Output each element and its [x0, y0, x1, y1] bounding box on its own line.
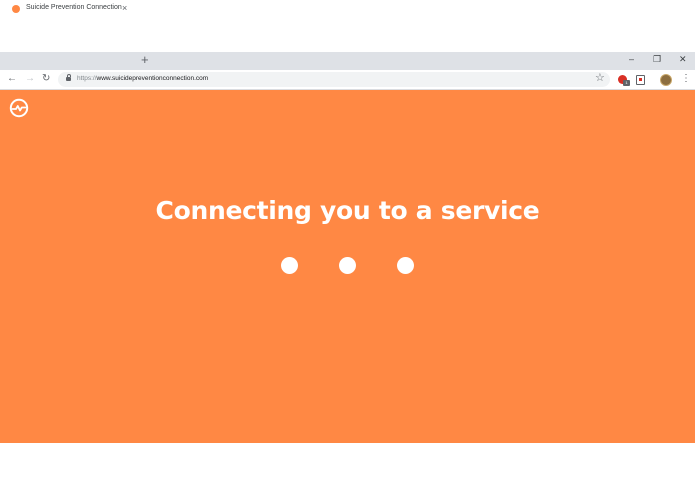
- profile-avatar[interactable]: [660, 74, 672, 86]
- address-url[interactable]: https://www.suicidepreventionconnection.…: [77, 75, 208, 82]
- new-tab-button[interactable]: +: [141, 53, 149, 67]
- tab-title: Suicide Prevention Connection: [26, 4, 122, 11]
- forward-button[interactable]: →: [25, 73, 35, 85]
- bookmark-star-icon[interactable]: ☆: [595, 72, 605, 85]
- restore-button[interactable]: ❐: [653, 54, 661, 64]
- page-content: Connecting you to a service: [0, 90, 695, 443]
- browser-tab[interactable]: Suicide Prevention Connection ×: [4, 1, 134, 18]
- back-button[interactable]: ←: [7, 73, 17, 85]
- tab-favicon-icon: [12, 5, 20, 13]
- loading-dot: [281, 257, 298, 274]
- browser-menu-icon[interactable]: ⋮: [681, 73, 691, 85]
- reload-button[interactable]: ↻: [42, 73, 50, 85]
- url-host: www.suicidepreventionconnection.com: [96, 75, 209, 82]
- extension-badge: 1: [623, 80, 630, 86]
- loading-dot: [339, 257, 356, 274]
- tab-close-icon[interactable]: ×: [122, 3, 127, 13]
- url-scheme: https://: [77, 75, 97, 82]
- minimize-button[interactable]: –: [629, 54, 634, 64]
- loading-dot: [397, 257, 414, 274]
- heartbeat-logo-icon[interactable]: [9, 98, 29, 118]
- close-window-button[interactable]: ✕: [679, 54, 687, 64]
- tab-strip: [0, 52, 695, 70]
- browser-window: Suicide Prevention Connection × + – ❐ ✕ …: [0, 0, 695, 494]
- page-heading: Connecting you to a service: [155, 196, 540, 225]
- extension-shield-icon[interactable]: [636, 75, 645, 85]
- lock-icon[interactable]: [66, 74, 71, 81]
